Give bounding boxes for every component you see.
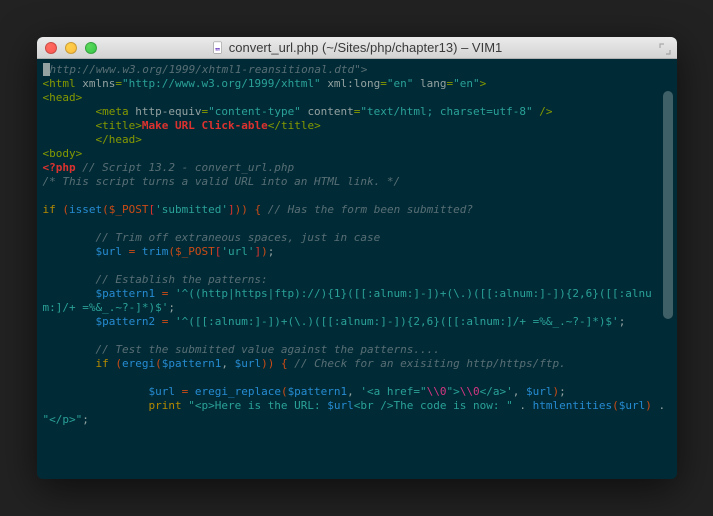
code-text: "<p>Here is the URL: <box>188 399 327 412</box>
code-text: $url <box>619 399 646 412</box>
code-text: $url <box>95 245 122 258</box>
code-text: $pattern2 <box>95 315 155 328</box>
code-text: $url <box>148 385 175 398</box>
svg-text:php: php <box>215 47 220 51</box>
code-text: $pattern1 <box>288 385 348 398</box>
code-text: <?php <box>43 161 76 174</box>
zoom-icon[interactable] <box>85 42 97 54</box>
code-text: // Script 13.2 - convert_url.php <box>82 161 294 174</box>
code-text: eregi_replace <box>195 385 281 398</box>
code-text: content <box>307 105 353 118</box>
close-icon[interactable] <box>45 42 57 54</box>
code-text: $_POST <box>109 203 149 216</box>
code-text: 'submitted' <box>155 203 228 216</box>
window-body: http://www.w3.org/1999/xhtml1-reansition… <box>37 59 677 479</box>
traffic-lights <box>45 42 97 54</box>
code-text: . <box>519 399 526 412</box>
code-text: if <box>95 357 108 370</box>
code-text: "> <box>354 63 367 76</box>
code-text: /* This script turns a valid URL into an… <box>43 175 401 188</box>
code-text: "en" <box>387 77 414 90</box>
document-icon: php <box>211 41 225 55</box>
code-text: Make URL Click-able <box>142 119 268 132</box>
code-text: '<a href=" <box>360 385 426 398</box>
code-text: http-equiv <box>135 105 201 118</box>
code-text: "text/html; charset=utf-8" <box>360 105 532 118</box>
code-text: \\0 <box>427 385 447 398</box>
code-text: $pattern1 <box>95 287 155 300</box>
titlebar[interactable]: php convert_url.php (~/Sites/php/chapter… <box>37 37 677 59</box>
code-text: head <box>49 91 76 104</box>
code-text: title <box>102 119 135 132</box>
code-text: "content-type" <box>208 105 301 118</box>
code-text: print <box>148 399 181 412</box>
code-text: body <box>49 147 76 160</box>
code-text: '^([[:alnum:]-])+(\.)([[:alnum:]-]){2,6}… <box>175 315 619 328</box>
title-center: php convert_url.php (~/Sites/php/chapter… <box>45 40 669 55</box>
code-text: title <box>281 119 314 132</box>
code-text: html <box>49 77 76 90</box>
code-text: htmlentities <box>533 399 612 412</box>
code-text: lang <box>420 77 447 90</box>
code-text: <br />The code is now: " <box>354 399 513 412</box>
code-text: 'url' <box>221 245 254 258</box>
code-text: = <box>129 245 136 258</box>
code-text: xmlns <box>82 77 115 90</box>
code-text: $url <box>526 385 553 398</box>
code-text: trim <box>142 245 169 258</box>
code-text: $_POST <box>175 245 215 258</box>
code-text: // Test the submitted value against the … <box>95 343 439 356</box>
code-text: xml:long <box>327 77 380 90</box>
text-cursor <box>43 63 50 76</box>
code-text: isset <box>69 203 102 216</box>
code-text: "http://www.w3.org/1999/xhtml" <box>122 77 321 90</box>
code-text: // Has the form been submitted? <box>268 203 473 216</box>
window-title: convert_url.php (~/Sites/php/chapter13) … <box>229 40 503 55</box>
code-text: // Establish the patterns: <box>95 273 267 286</box>
code-text: // Trim off extraneous spaces, just in c… <box>95 231 380 244</box>
code-text: eregi <box>122 357 155 370</box>
code-text: $url <box>235 357 262 370</box>
code-text: "en" <box>453 77 480 90</box>
code-text: if <box>43 203 56 216</box>
code-text: meta <box>102 105 129 118</box>
code-text: // Check for an exisiting http/https/ftp… <box>294 357 566 370</box>
code-text: = <box>162 287 169 300</box>
code-text: $url <box>327 399 354 412</box>
code-text: "> <box>447 385 460 398</box>
code-text: $pattern1 <box>162 357 222 370</box>
code-text: = <box>162 315 169 328</box>
code-text: "</p>" <box>43 413 83 426</box>
scrollbar-thumb[interactable] <box>663 91 673 319</box>
app-window: php convert_url.php (~/Sites/php/chapter… <box>37 37 677 479</box>
code-text: head <box>109 133 136 146</box>
code-editor[interactable]: http://www.w3.org/1999/xhtml1-reansition… <box>37 59 677 479</box>
code-text: http://www.w3.org/1999/xhtml1-reansition… <box>50 63 355 76</box>
code-text: </a>' <box>480 385 513 398</box>
code-text: = <box>182 385 189 398</box>
expand-icon[interactable] <box>659 42 671 54</box>
code-text: \\0 <box>460 385 480 398</box>
minimize-icon[interactable] <box>65 42 77 54</box>
scrollbar-track[interactable] <box>661 89 675 469</box>
